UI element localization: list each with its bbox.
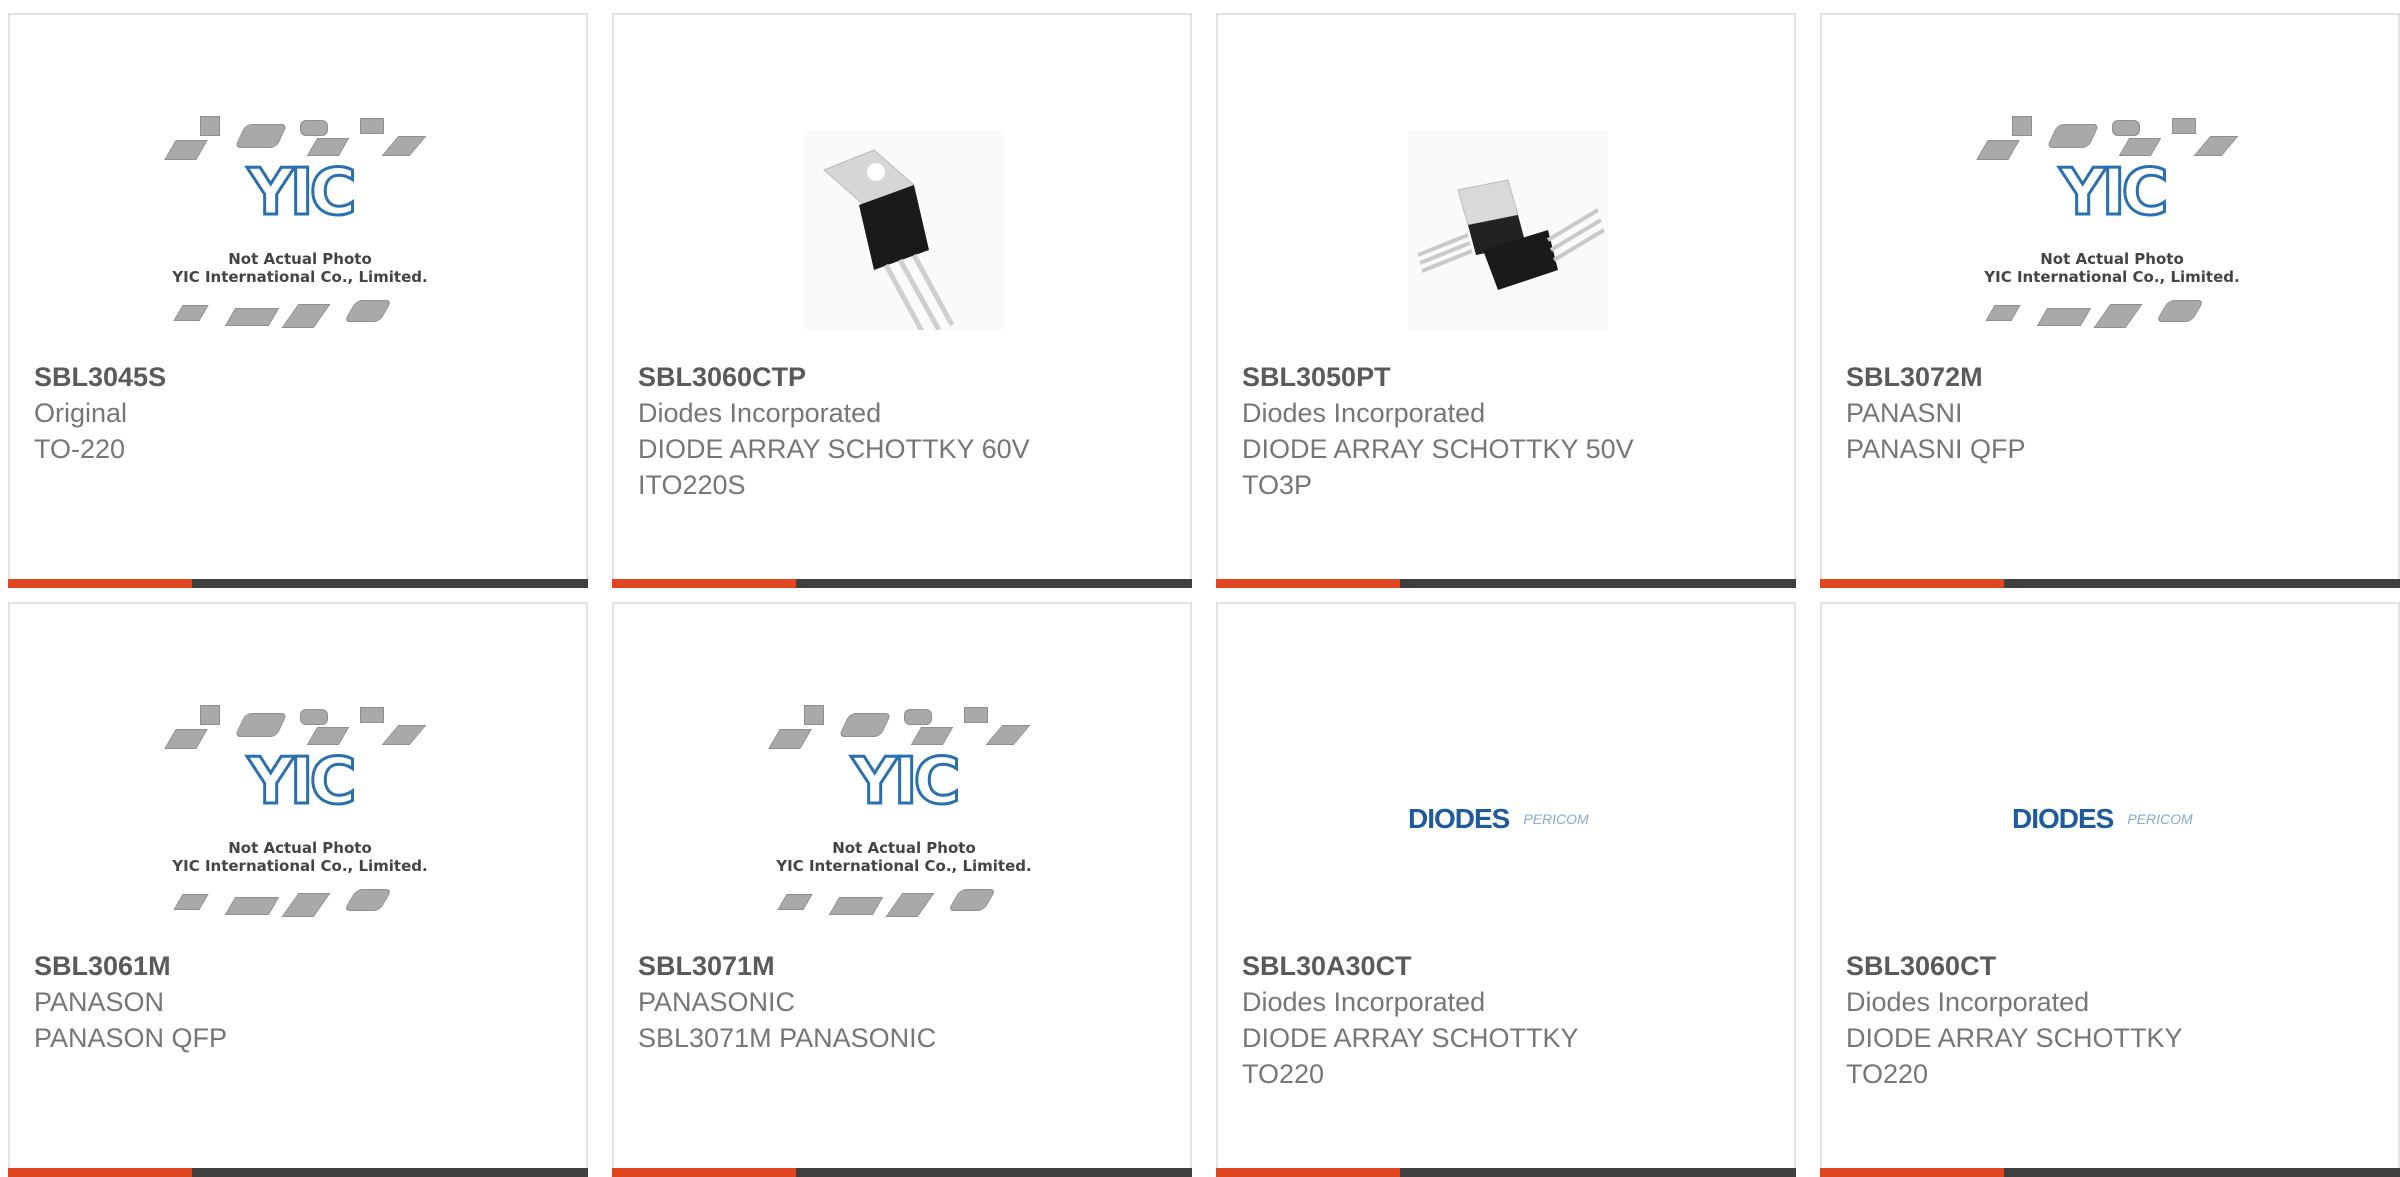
yic-logo: YIC (246, 156, 358, 230)
card-bar (612, 1168, 1192, 1177)
product-info: SBL3061M PANASON PANASON QFP (34, 948, 566, 1056)
product-card[interactable]: YIC Not Actual Photo YIC International C… (8, 602, 588, 1177)
diodes-logo: DIODES PERICOM (2012, 803, 2193, 834)
product-info: SBL3060CT Diodes Incorporated DIODE ARRA… (1846, 948, 2378, 1092)
part-number[interactable]: SBL3072M (1846, 359, 2378, 395)
product-info: SBL3060CTP Diodes Incorporated DIODE ARR… (638, 359, 1170, 503)
card-bar (1216, 1168, 1796, 1177)
manufacturer: Original (34, 398, 128, 428)
product-card[interactable]: DIODES PERICOM SBL3060CT Diodes Incorpor… (1820, 602, 2400, 1177)
yic-logo: YIC (246, 745, 358, 819)
card-bar (612, 579, 1192, 588)
part-number[interactable]: SBL3071M (638, 948, 1170, 984)
product-info: SBL3050PT Diodes Incorporated DIODE ARRA… (1242, 359, 1774, 503)
product-image: DIODES PERICOM (1972, 689, 2252, 949)
description: PANASNI QFP (1846, 434, 2026, 464)
package: TO3P (1242, 470, 1313, 500)
manufacturer: PANASNI (1846, 398, 1963, 428)
transistor-photo (804, 130, 1004, 337)
product-card[interactable]: YIC Not Actual Photo YIC International C… (1820, 13, 2400, 588)
image-note: Not Actual Photo YIC International Co., … (776, 839, 1032, 875)
image-note: Not Actual Photo YIC International Co., … (172, 250, 428, 286)
description: PANASON QFP (34, 1023, 228, 1053)
yic-logo: YIC (2058, 156, 2170, 230)
product-image: YIC Not Actual Photo YIC International C… (764, 689, 1044, 949)
package: TO220 (1846, 1059, 1929, 1089)
part-number[interactable]: SBL3060CTP (638, 359, 1170, 395)
product-card[interactable]: SBL3050PT Diodes Incorporated DIODE ARRA… (1216, 13, 1796, 588)
product-card[interactable]: YIC Not Actual Photo YIC International C… (612, 602, 1192, 1177)
description: TO-220 (34, 434, 126, 464)
placeholder-image: YIC Not Actual Photo YIC International C… (1972, 110, 2252, 350)
product-info: SBL3072M PANASNI PANASNI QFP (1846, 359, 2378, 467)
manufacturer: Diodes Incorporated (1846, 987, 2090, 1017)
product-image: YIC Not Actual Photo YIC International C… (160, 689, 440, 949)
diodes-logo: DIODES PERICOM (1408, 803, 1589, 834)
card-bar (1216, 579, 1796, 588)
placeholder-image: YIC Not Actual Photo YIC International C… (160, 699, 440, 939)
description: DIODE ARRAY SCHOTTKY 50V (1242, 434, 1634, 464)
product-image (1368, 100, 1648, 360)
product-card[interactable]: YIC Not Actual Photo YIC International C… (8, 13, 588, 588)
description: DIODE ARRAY SCHOTTKY 60V (638, 434, 1030, 464)
description: DIODE ARRAY SCHOTTKY (1846, 1023, 2183, 1053)
product-image: DIODES PERICOM (1368, 689, 1648, 949)
transistor-photo (1408, 130, 1608, 330)
manufacturer: Diodes Incorporated (1242, 398, 1486, 428)
yic-logo: YIC (850, 745, 962, 819)
product-image (764, 100, 1044, 360)
product-info: SBL30A30CT Diodes Incorporated DIODE ARR… (1242, 948, 1774, 1092)
part-number[interactable]: SBL3045S (34, 359, 566, 395)
product-info: SBL3071M PANASONIC SBL3071M PANASONIC (638, 948, 1170, 1056)
image-note: Not Actual Photo YIC International Co., … (1984, 250, 2240, 286)
manufacturer: Diodes Incorporated (1242, 987, 1486, 1017)
card-bar (1820, 1168, 2400, 1177)
manufacturer: Diodes Incorporated (638, 398, 882, 428)
product-image: YIC Not Actual Photo YIC International C… (1972, 100, 2252, 360)
part-number[interactable]: SBL3050PT (1242, 359, 1774, 395)
part-number[interactable]: SBL3060CT (1846, 948, 2378, 984)
product-info: SBL3045S Original TO-220 (34, 359, 566, 467)
manufacturer: PANASONIC (638, 987, 796, 1017)
manufacturer: PANASON (34, 987, 165, 1017)
package: TO220 (1242, 1059, 1325, 1089)
product-image: YIC Not Actual Photo YIC International C… (160, 100, 440, 360)
product-card[interactable]: DIODES PERICOM SBL30A30CT Diodes Incorpo… (1216, 602, 1796, 1177)
package: ITO220S (638, 470, 746, 500)
part-number[interactable]: SBL3061M (34, 948, 566, 984)
product-card[interactable]: SBL3060CTP Diodes Incorporated DIODE ARR… (612, 13, 1192, 588)
image-note: Not Actual Photo YIC International Co., … (172, 839, 428, 875)
product-grid: YIC Not Actual Photo YIC International C… (0, 0, 2400, 1177)
part-number[interactable]: SBL30A30CT (1242, 948, 1774, 984)
description: DIODE ARRAY SCHOTTKY (1242, 1023, 1579, 1053)
description: SBL3071M PANASONIC (638, 1023, 937, 1053)
card-bar (8, 1168, 588, 1177)
card-bar (8, 579, 588, 588)
placeholder-image: YIC Not Actual Photo YIC International C… (160, 110, 440, 350)
card-bar (1820, 579, 2400, 588)
placeholder-image: YIC Not Actual Photo YIC International C… (764, 699, 1044, 939)
